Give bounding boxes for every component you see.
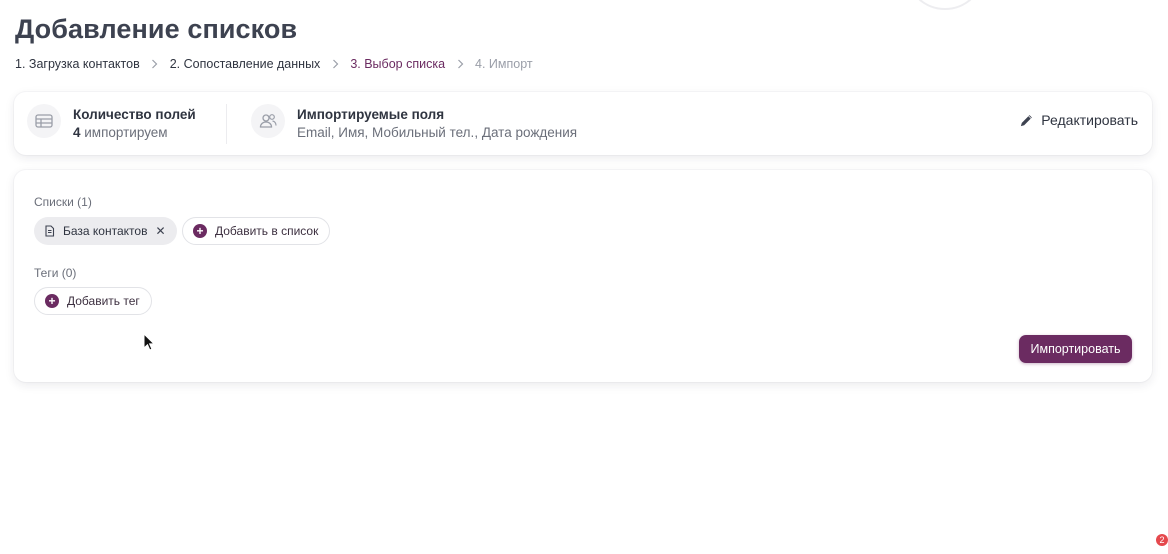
fields-count-value: 4 импортируем: [73, 125, 168, 140]
chevron-right-icon: [320, 59, 350, 69]
list-selection-card: Списки (1) База контактов ✕ + Добавить в…: [14, 170, 1152, 382]
add-tag-button[interactable]: + Добавить тег: [34, 287, 152, 315]
list-chip-label: База контактов: [63, 224, 148, 238]
import-button[interactable]: Импортировать: [1019, 335, 1132, 363]
fields-count-suffix: импортируем: [80, 125, 168, 140]
edit-button-label: Редактировать: [1041, 112, 1138, 128]
document-icon: [44, 225, 55, 237]
edit-button[interactable]: Редактировать: [1019, 112, 1138, 128]
summary-divider: [226, 104, 227, 144]
step-list-selection: 3. Выбор списка: [350, 57, 446, 71]
plus-icon: +: [45, 294, 59, 308]
chevron-right-icon: [140, 59, 170, 69]
notification-badge[interactable]: 2: [1156, 534, 1168, 546]
list-chip[interactable]: База контактов ✕: [34, 217, 177, 245]
step-data-mapping[interactable]: 2. Сопоставление данных: [170, 57, 321, 71]
add-to-list-button[interactable]: + Добавить в список: [182, 217, 331, 245]
import-summary-card: Количество полей 4 импортируем Импортиру…: [14, 92, 1152, 155]
tags-label: Теги (0): [34, 266, 77, 280]
table-icon: [27, 104, 61, 138]
plus-icon: +: [193, 224, 207, 238]
add-to-list-label: Добавить в список: [215, 224, 319, 238]
remove-list-close-icon[interactable]: ✕: [155, 224, 165, 238]
page-title: Добавление списков: [15, 14, 298, 44]
fields-count-number: 4: [73, 125, 81, 140]
imported-fields-value: Email, Имя, Мобильный тел., Дата рождени…: [297, 125, 578, 140]
decorative-circle: [905, 0, 985, 10]
fields-count-title: Количество полей: [73, 107, 196, 122]
users-icon: [251, 104, 285, 138]
import-steps-breadcrumb: 1. Загрузка контактов 2. Сопоставление д…: [15, 57, 533, 71]
step-upload-contacts[interactable]: 1. Загрузка контактов: [15, 57, 140, 71]
step-import: 4. Импорт: [475, 57, 533, 71]
mouse-cursor-icon: [143, 333, 155, 351]
lists-label: Списки (1): [34, 195, 92, 209]
pencil-icon: [1019, 113, 1034, 128]
imported-fields-title: Импортируемые поля: [297, 107, 445, 122]
add-tag-label: Добавить тег: [67, 294, 140, 308]
chevron-right-icon: [445, 59, 475, 69]
